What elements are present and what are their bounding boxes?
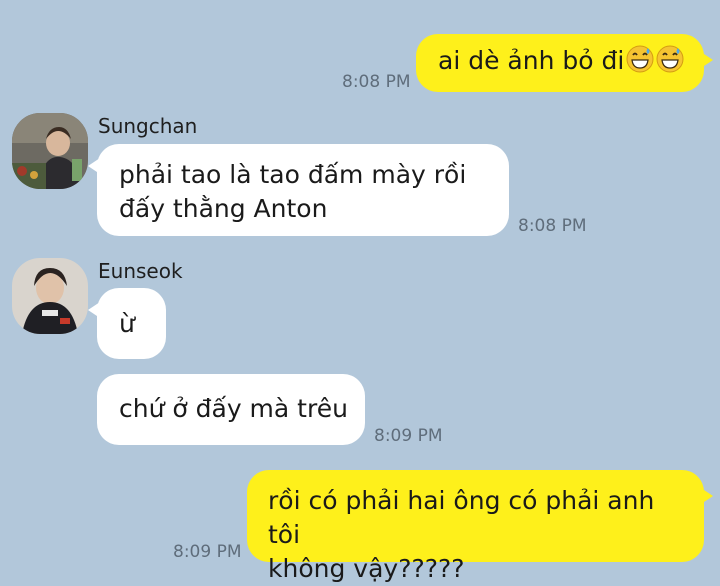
message-timestamp: 8:08 PM (342, 72, 411, 92)
message-text: ừ (119, 309, 135, 338)
message-timestamp: 8:08 PM (518, 216, 587, 236)
sender-name: Eunseok (98, 259, 183, 283)
message-text: chứ ở đấy mà trêu (119, 394, 348, 423)
message-line: phải tao là tao đấm mày rồi (119, 160, 467, 189)
grinning-sweat-emoji-icon (656, 45, 684, 73)
grinning-sweat-emoji-icon (626, 45, 654, 73)
profile-photo-icon (12, 113, 88, 189)
profile-photo-icon (12, 258, 88, 334)
message-text: ai dè ảnh bỏ đi (438, 46, 625, 75)
message-timestamp: 8:09 PM (173, 542, 242, 562)
incoming-message-bubble[interactable]: phải tao là tao đấm mày rồi đấy thằng An… (88, 144, 509, 236)
message-line: không vậy????? (268, 554, 465, 583)
incoming-message-bubble[interactable]: ừ (88, 288, 166, 359)
message-timestamp: 8:09 PM (374, 426, 443, 446)
outgoing-message-bubble[interactable]: rồi có phải hai ông có phải anh tôi khôn… (247, 470, 713, 583)
sender-name: Sungchan (98, 114, 198, 138)
message-line: đấy thằng Anton (119, 194, 328, 223)
avatar-eunseok[interactable] (12, 258, 88, 334)
incoming-message-bubble[interactable]: chứ ở đấy mà trêu (97, 374, 365, 445)
message-line: rồi có phải hai ông có phải anh tôi (268, 486, 655, 549)
avatar-sungchan[interactable] (12, 113, 88, 189)
outgoing-message-bubble[interactable]: ai dè ảnh bỏ đi (416, 34, 713, 92)
